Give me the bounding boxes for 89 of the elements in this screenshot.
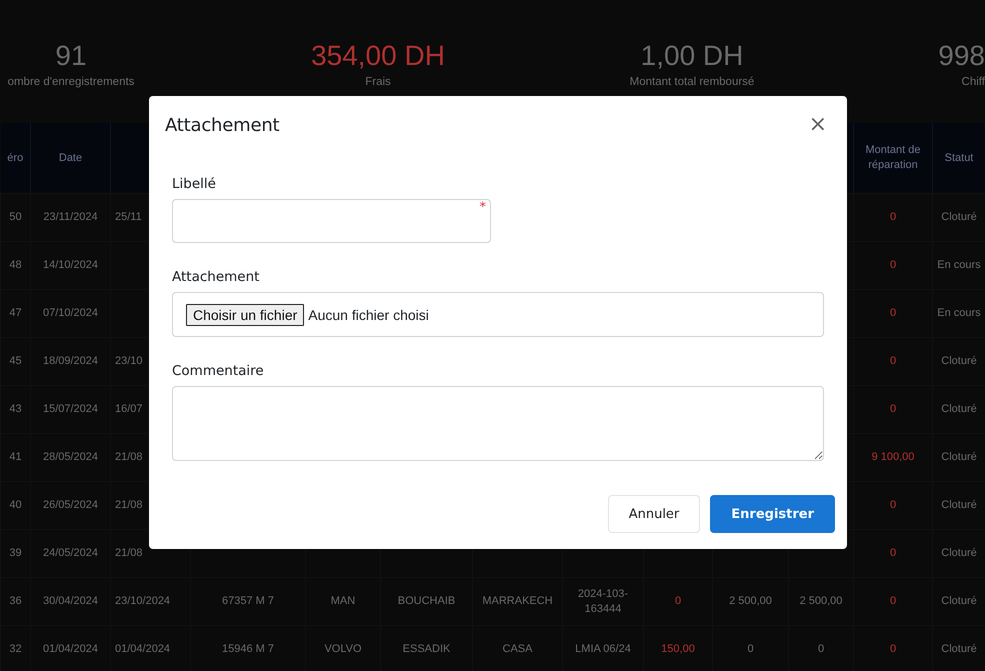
column-header: Montant de réparation — [864, 143, 922, 173]
table-cell: 21/08 — [115, 498, 143, 513]
status-text: Cloturé — [941, 594, 977, 609]
table-cell: 9 100,00 — [872, 450, 914, 465]
status-text: Cloturé — [941, 354, 977, 369]
column-header: Statut — [944, 150, 974, 166]
table-cell: 25/11 — [115, 210, 142, 225]
close-button[interactable]: × — [804, 114, 831, 136]
field-label: Libellé — [172, 176, 217, 192]
comment-field[interactable] — [172, 386, 824, 461]
stat-label: Chiff — [962, 76, 985, 88]
stat-label: ombre d'enregistrements — [8, 76, 134, 88]
table-cell: 48 — [9, 258, 22, 273]
choose-file-button[interactable]: Choisir un fichier — [186, 304, 304, 326]
cancel-button[interactable]: Annuler — [608, 495, 700, 533]
table-cell: 47 — [9, 306, 22, 321]
table-cell: ESSADIK — [402, 642, 450, 657]
table-cell: 0 — [890, 498, 896, 513]
table-cell: 23/10 — [115, 354, 143, 369]
table-cell: 0 — [890, 642, 896, 657]
table-cell: 32 — [9, 642, 22, 657]
table-cell: 36 — [9, 594, 22, 609]
table-cell: BOUCHAIB — [398, 594, 456, 609]
table-cell: 0 — [890, 210, 896, 225]
table-cell: 2 500,00 — [729, 594, 772, 609]
table-cell: LMIA 06/24 — [575, 642, 631, 657]
table-cell: MAN — [330, 594, 356, 609]
table-cell: 01/04/2024 — [42, 642, 98, 657]
stat-label: Frais — [365, 76, 391, 88]
table-cell: 0 — [890, 306, 896, 321]
status-text: Cloturé — [941, 498, 977, 513]
table-cell: 0 — [890, 546, 896, 561]
stat-value: 998 — [938, 40, 985, 72]
table-cell: 50 — [9, 210, 22, 225]
table-cell: 150,00 — [661, 642, 695, 657]
stat-label: Montant total remboursé — [630, 76, 754, 88]
table-cell: 28/05/2024 — [42, 450, 98, 465]
table-cell: 15/07/2024 — [42, 402, 98, 417]
table-cell: 18/09/2024 — [42, 354, 98, 369]
table-cell: 39 — [9, 546, 22, 561]
status-text: Cloturé — [941, 642, 977, 657]
table-cell: 0 — [747, 642, 754, 657]
table-cell: 15946 M 7 — [222, 642, 274, 657]
status-text: Cloturé — [941, 450, 977, 465]
table-cell: 24/05/2024 — [42, 546, 98, 561]
table-cell: 21/08 — [115, 450, 143, 465]
stat-value: 354,00 DH — [311, 40, 445, 72]
table-cell: 40 — [9, 498, 22, 513]
table-cell: 21/08 — [115, 546, 143, 561]
table-cell: 0 — [818, 642, 824, 657]
table-cell: 0 — [890, 402, 896, 417]
column-header: éro — [7, 150, 24, 166]
status-text: En cours — [937, 258, 981, 273]
stat-value: 1,00 DH — [640, 40, 744, 72]
table-cell: 0 — [890, 354, 896, 369]
table-cell: MARRAKECH — [482, 594, 553, 609]
table-cell: CASA — [502, 642, 532, 657]
table-cell: 0 — [890, 258, 896, 273]
file-status-text: Aucun fichier choisi — [308, 306, 429, 322]
table-cell: 07/10/2024 — [42, 306, 98, 321]
table-cell: VOLVO — [324, 642, 362, 657]
table-cell: 14/10/2024 — [42, 258, 98, 273]
table-cell: 2 500,00 — [800, 594, 842, 609]
table-cell-text: 2024-103-163444 — [576, 586, 630, 616]
table-cell: 16/07 — [115, 402, 143, 417]
field-label: Attachement — [172, 269, 260, 285]
table-cell: 67357 M 7 — [222, 594, 274, 609]
table-cell: 30/04/2024 — [42, 594, 98, 609]
dialog-title: Attachement — [165, 114, 280, 136]
status-text: Cloturé — [941, 402, 977, 417]
table-cell: 43 — [9, 402, 22, 417]
table-cell: 45 — [9, 354, 22, 369]
table-cell: 0 — [890, 594, 896, 609]
stat-value: 91 — [55, 40, 87, 72]
table-cell: 23/11/2024 — [43, 210, 98, 225]
table-cell: 26/05/2024 — [42, 498, 98, 513]
table-cell: 41 — [9, 450, 22, 465]
table-cell: 01/04/2024 — [115, 642, 170, 657]
save-button[interactable]: Enregistrer — [710, 495, 835, 533]
input-field[interactable]: * — [172, 199, 491, 243]
required-marker: * — [480, 200, 486, 215]
table-cell: 23/10/2024 — [115, 594, 170, 609]
status-text: En cours — [937, 306, 981, 321]
file-field[interactable]: Choisir un fichier Aucun fichier choisi — [172, 292, 824, 337]
field-label: Commentaire — [172, 363, 265, 379]
status-text: Cloturé — [941, 546, 977, 561]
status-text: Cloturé — [941, 210, 977, 225]
column-header: Date — [58, 150, 82, 166]
table-cell: 0 — [674, 594, 682, 609]
